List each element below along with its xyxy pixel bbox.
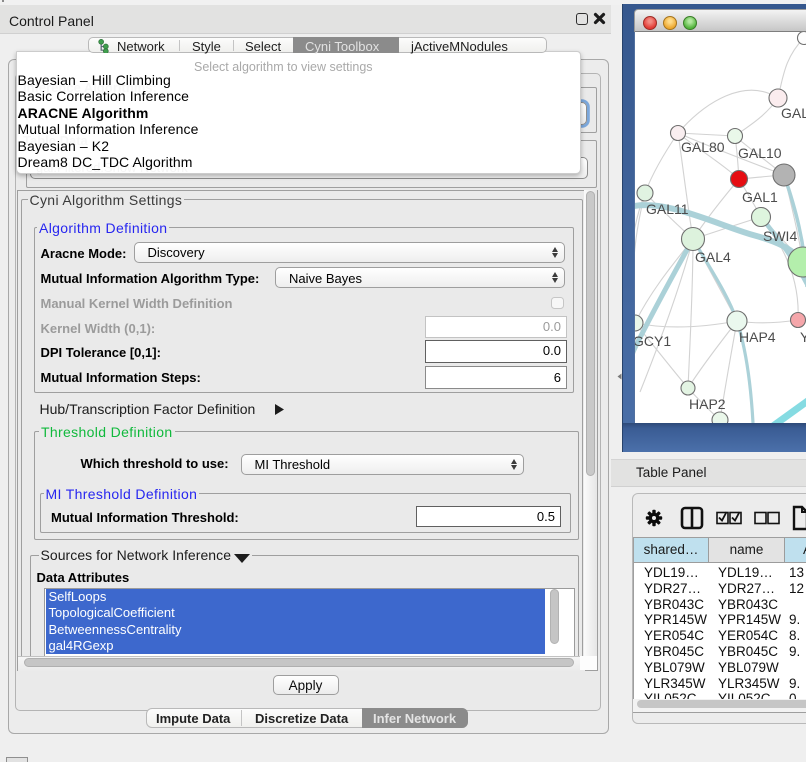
svg-text:GAL1: GAL1 (742, 189, 778, 205)
svg-text:GAL4: GAL4 (695, 249, 731, 265)
svg-text:HAP2: HAP2 (689, 396, 726, 412)
svg-text:GAL7: GAL7 (781, 105, 806, 121)
svg-text:GAL11: GAL11 (646, 201, 689, 217)
svg-text:GCY1: GCY1 (635, 333, 671, 349)
svg-text:HAP4: HAP4 (739, 329, 776, 345)
svg-text:Y: Y (800, 329, 806, 345)
svg-text:SWI4: SWI4 (763, 228, 797, 244)
svg-text:GAL10: GAL10 (738, 145, 782, 161)
svg-text:GAL80: GAL80 (681, 139, 725, 155)
